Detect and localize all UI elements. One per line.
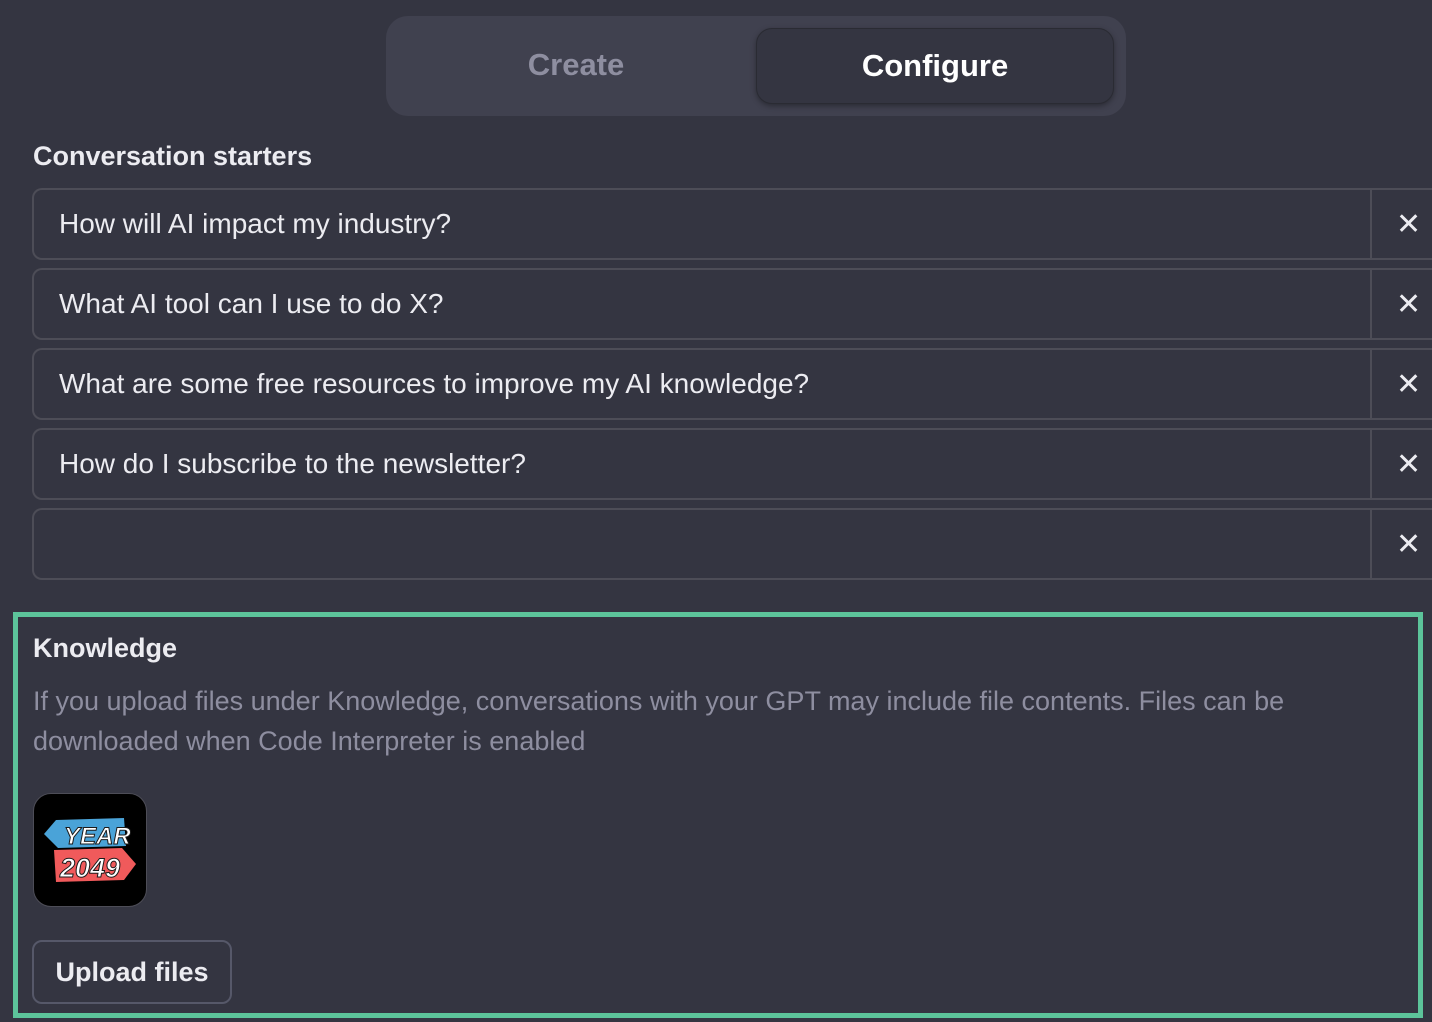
logo-text-2049: 2049	[59, 853, 120, 883]
knowledge-description: If you upload files under Knowledge, con…	[33, 686, 1285, 756]
year-2049-logo-icon: YEAR 2049	[44, 818, 136, 884]
conversation-starter-row: ✕	[32, 428, 1432, 500]
remove-starter-icon[interactable]: ✕	[1370, 510, 1432, 578]
conversation-starter-input[interactable]	[34, 270, 1370, 338]
conversation-starter-row: ✕	[32, 188, 1432, 260]
upload-files-button[interactable]: Upload files	[32, 940, 232, 1004]
remove-starter-icon[interactable]: ✕	[1370, 190, 1432, 258]
conversation-starter-input[interactable]	[34, 430, 1370, 498]
remove-starter-icon[interactable]: ✕	[1370, 350, 1432, 418]
conversation-starter-row: ✕	[32, 508, 1432, 580]
conversation-starter-input[interactable]	[34, 510, 1370, 578]
logo-text-year: YEAR	[64, 823, 131, 850]
conversation-starter-input[interactable]	[34, 190, 1370, 258]
tab-create[interactable]: Create	[398, 28, 754, 102]
conversation-starter-input[interactable]	[34, 350, 1370, 418]
gpt-configure-panel: Create Configure Conversation starters ✕…	[0, 0, 1432, 1022]
remove-starter-icon[interactable]: ✕	[1370, 430, 1432, 498]
conversation-starters-heading: Conversation starters	[33, 141, 313, 171]
conversation-starter-row: ✕	[32, 348, 1432, 420]
conversation-starter-row: ✕	[32, 268, 1432, 340]
knowledge-file-thumbnail[interactable]: YEAR 2049	[33, 793, 147, 907]
knowledge-heading: Knowledge	[33, 633, 178, 663]
mode-tab-switcher: Create Configure	[386, 16, 1126, 116]
tab-configure[interactable]: Configure	[756, 28, 1114, 104]
remove-starter-icon[interactable]: ✕	[1370, 270, 1432, 338]
